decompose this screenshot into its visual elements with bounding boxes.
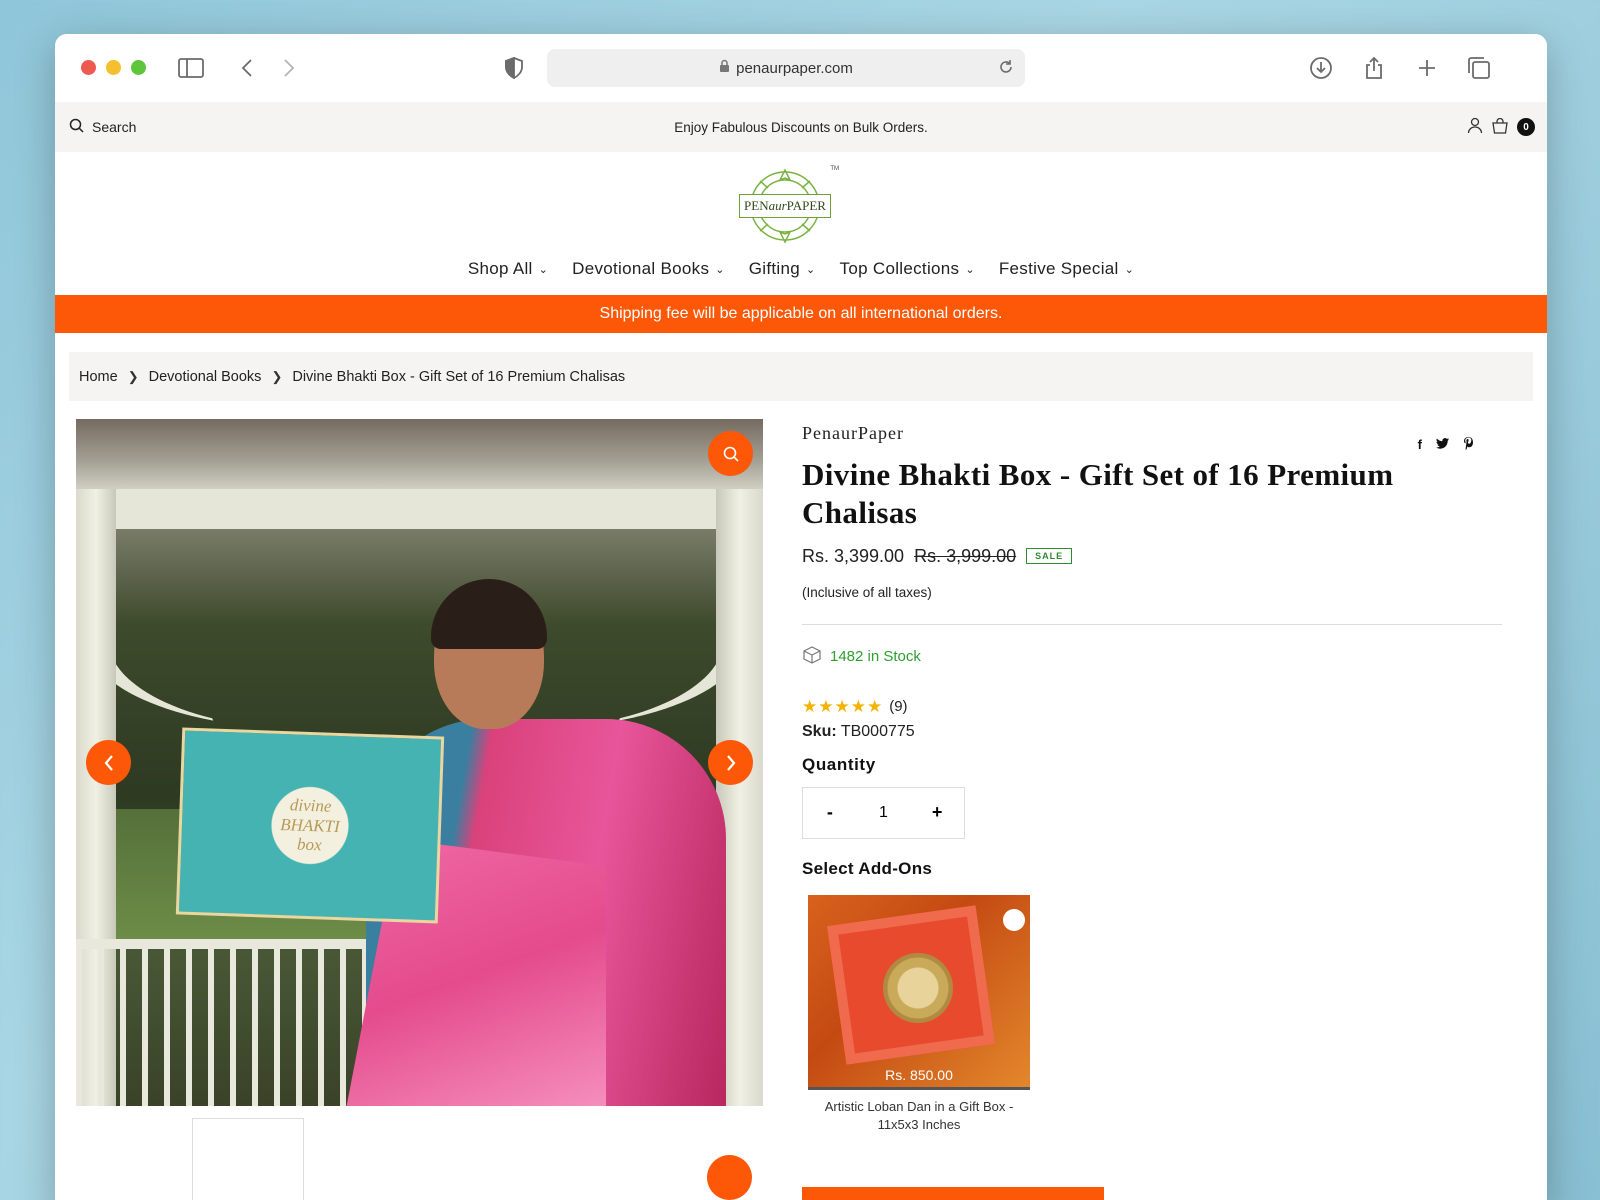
quantity-stepper: - 1 +: [802, 786, 965, 839]
chevron-left-icon: [104, 754, 113, 771]
product-vendor[interactable]: PenaurPaper: [802, 423, 1502, 444]
chevron-down-icon: ⌄: [538, 263, 549, 276]
downloads-icon[interactable]: [1307, 54, 1335, 82]
gazebo-arch: [86, 489, 746, 729]
sku-label: Sku:: [802, 722, 837, 740]
gift-box-image: divine BHAKTI box: [175, 727, 445, 924]
gazebo-railing: [76, 939, 376, 1106]
product-rating[interactable]: ★★★★★ (9): [802, 697, 1502, 717]
nav-item-gifting[interactable]: Gifting ⌄: [749, 259, 816, 279]
search-icon: [69, 118, 84, 136]
account-icon[interactable]: [1467, 117, 1483, 137]
gallery-thumbnail[interactable]: [192, 1118, 304, 1200]
pinterest-icon[interactable]: [1463, 437, 1474, 453]
nav-item-festive-special[interactable]: Festive Special ⌄: [999, 259, 1134, 279]
url-text: penaurpaper.com: [736, 59, 853, 77]
account-cart-group: 0: [1467, 117, 1535, 137]
compare-at-price: Rs. 3,999.00: [914, 545, 1017, 566]
star-rating-icons: ★★★★★: [802, 696, 884, 716]
sku-value: TB000775: [840, 722, 915, 740]
cart-count-badge[interactable]: 0: [1517, 118, 1535, 136]
chevron-right-icon: [726, 754, 735, 771]
shipping-notice-bar: Shipping fee will be applicable on all i…: [55, 295, 1547, 333]
browser-window: penaurpaper.com Search Enjoy Fabulous Di…: [55, 34, 1547, 1200]
nav-item-top-collections[interactable]: Top Collections ⌄: [840, 259, 975, 279]
share-icon[interactable]: [1360, 54, 1388, 82]
chevron-down-icon: ⌄: [1124, 263, 1135, 276]
announcement-bar: Search Enjoy Fabulous Discounts on Bulk …: [55, 102, 1547, 152]
gazebo-roof: [76, 419, 763, 489]
stock-status: 1482 in Stock: [802, 645, 1502, 669]
chevron-down-icon: ⌄: [806, 263, 816, 276]
add-to-cart-button[interactable]: [802, 1187, 1104, 1200]
maximize-window-button[interactable]: [131, 60, 146, 75]
site-header: PENaurPAPER TM Shop All ⌄ Devotional Book…: [55, 152, 1547, 295]
logo-wordmark: PENaurPAPER: [739, 194, 831, 218]
facebook-icon[interactable]: f: [1418, 437, 1422, 453]
share-links: f: [1418, 437, 1474, 453]
price-block: Rs. 3,399.00 Rs. 3,999.00 SALE: [802, 546, 1502, 567]
review-count: (9): [889, 698, 908, 716]
package-icon: [802, 645, 822, 669]
main-nav: Shop All ⌄ Devotional Books ⌄ Gifting ⌄ Top…: [55, 259, 1547, 279]
twitter-icon[interactable]: [1436, 437, 1449, 453]
site-logo[interactable]: PENaurPAPER TM: [723, 166, 847, 246]
search-button[interactable]: Search: [69, 118, 136, 136]
product-title: Divine Bhakti Box - Gift Set of 16 Premi…: [802, 457, 1394, 530]
breadcrumb-home[interactable]: Home: [79, 369, 118, 385]
chevron-right-icon: ❯: [271, 368, 283, 384]
product-info: PenaurPaper f Divine Bhakti Box - Gift S…: [802, 419, 1502, 1134]
sale-badge: SALE: [1026, 548, 1073, 565]
addon-image: Rs. 850.00: [808, 894, 1030, 1090]
chevron-down-icon: ⌄: [965, 263, 975, 276]
stock-count: 1482 in Stock: [830, 648, 921, 666]
privacy-shield-icon[interactable]: [500, 54, 528, 82]
window-controls: [81, 60, 146, 75]
close-window-button[interactable]: [81, 60, 96, 75]
sku-line: Sku: TB000775: [802, 723, 1502, 741]
trademark-mark: TM: [830, 166, 839, 172]
new-tab-icon[interactable]: [1413, 54, 1441, 82]
divider: [802, 623, 1502, 625]
nav-item-shop-all[interactable]: Shop All ⌄: [468, 259, 548, 279]
chevron-down-icon: ⌄: [715, 263, 725, 276]
product-image-gallery[interactable]: divine BHAKTI box: [76, 419, 763, 1106]
tab-overview-icon[interactable]: [1465, 54, 1493, 82]
shipping-notice-text: Shipping fee will be applicable on all i…: [599, 305, 1003, 322]
breadcrumb-current: Divine Bhakti Box - Gift Set of 16 Premi…: [292, 368, 626, 385]
gallery-prev-button[interactable]: [86, 740, 131, 785]
breadcrumb: Home ❯ Devotional Books ❯ Divine Bhakti …: [69, 352, 1533, 401]
lock-icon: [719, 59, 730, 77]
announcement-text: Enjoy Fabulous Discounts on Bulk Orders.: [674, 119, 928, 135]
thumbnail-next-button[interactable]: [707, 1155, 752, 1200]
quantity-label: Quantity: [802, 754, 876, 774]
sidebar-icon[interactable]: [177, 54, 205, 82]
forward-icon[interactable]: [275, 54, 303, 82]
gallery-next-button[interactable]: [708, 740, 753, 785]
chevron-right-icon: ❯: [127, 368, 139, 384]
quantity-decrease-button[interactable]: -: [803, 802, 857, 823]
address-bar[interactable]: penaurpaper.com: [547, 49, 1025, 87]
addon-loban-dan: [883, 952, 953, 1023]
addon-name: Artistic Loban Dan in a Gift Box - 11x5x…: [824, 1098, 1014, 1132]
reload-icon[interactable]: [997, 58, 1015, 80]
addons-heading: Select Add-Ons: [802, 858, 933, 878]
addon-select-toggle[interactable]: [1003, 908, 1025, 931]
tax-note: (Inclusive of all taxes): [802, 584, 932, 600]
back-icon[interactable]: [233, 54, 261, 82]
addon-card[interactable]: Rs. 850.00 Artistic Loban Dan in a Gift …: [808, 894, 1030, 1134]
addon-price: Rs. 850.00: [885, 1066, 953, 1083]
search-label: Search: [92, 119, 137, 135]
breadcrumb-devotional-books[interactable]: Devotional Books: [149, 369, 262, 385]
minimize-window-button[interactable]: [106, 60, 121, 75]
sale-price: Rs. 3,399.00: [802, 545, 905, 566]
cart-icon[interactable]: [1491, 117, 1509, 137]
quantity-input[interactable]: 1: [857, 804, 911, 822]
gift-box-label: divine BHAKTI box: [279, 795, 341, 855]
zoom-button[interactable]: [708, 431, 753, 476]
nav-item-devotional-books[interactable]: Devotional Books ⌄: [572, 259, 725, 279]
quantity-increase-button[interactable]: +: [910, 802, 964, 823]
zoom-icon: [723, 446, 739, 462]
browser-toolbar: penaurpaper.com: [55, 34, 1547, 102]
